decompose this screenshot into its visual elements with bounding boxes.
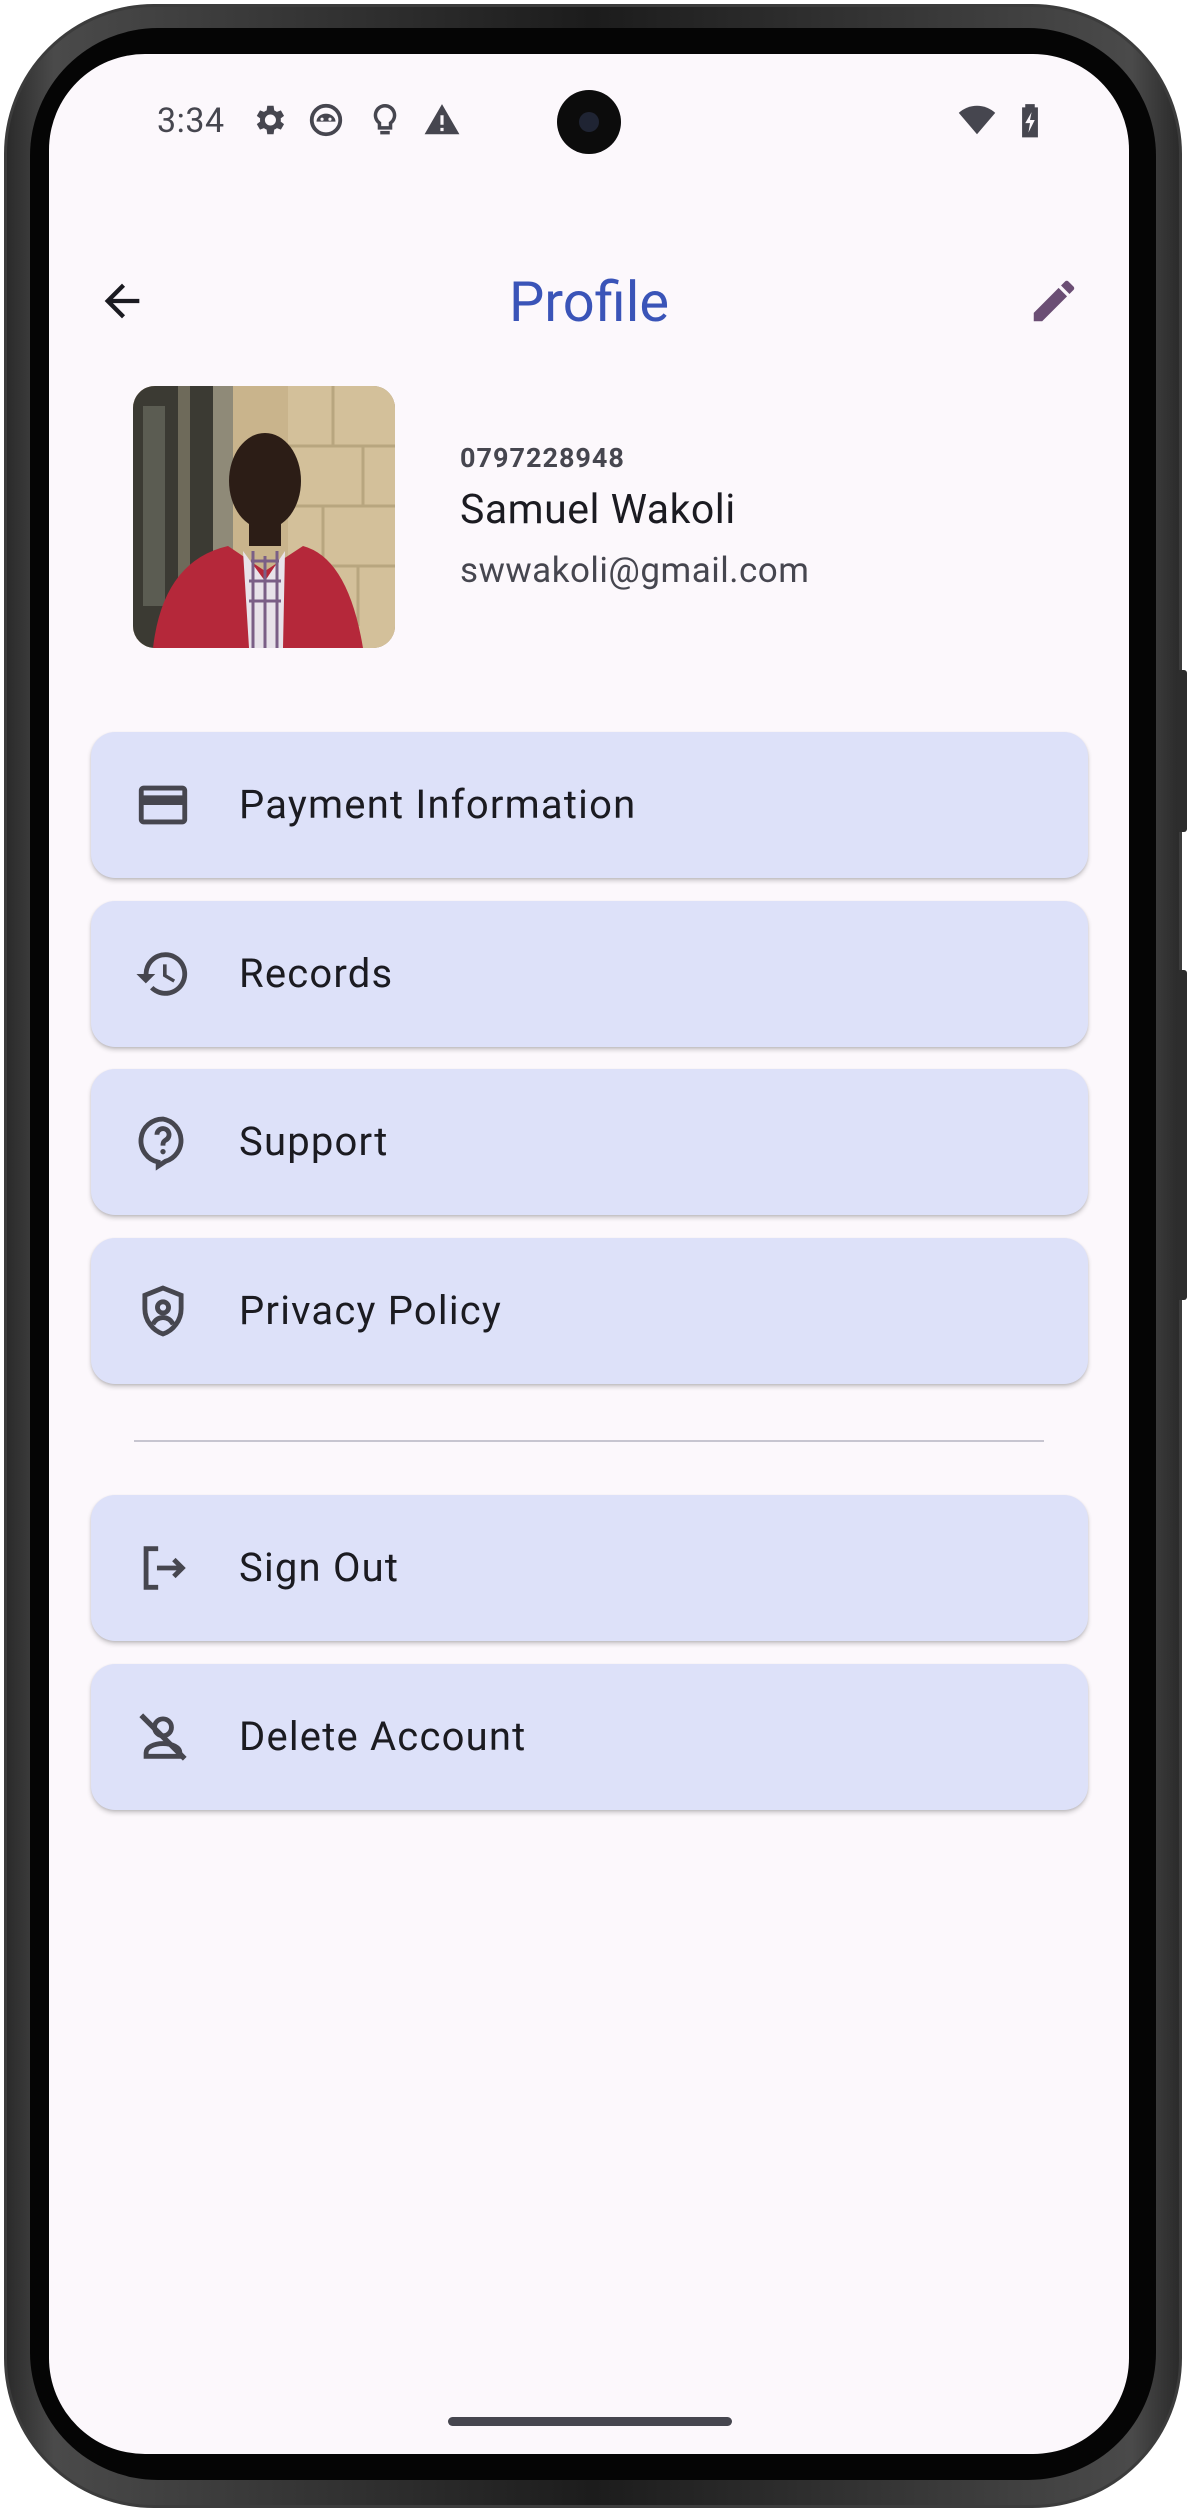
profile-header: 0797228948 Samuel Wakoli swwakoli@gmail.…: [49, 386, 1129, 656]
pencil-icon: [1033, 280, 1075, 322]
payment-information-label: Payment Information: [239, 781, 637, 828]
volume-button: [1177, 970, 1187, 1300]
settings-icon: [250, 101, 288, 139]
back-button[interactable]: [89, 268, 155, 334]
menu-divider: [134, 1440, 1044, 1442]
status-time: 3:34: [157, 101, 225, 141]
battery-charging-icon: [1011, 101, 1049, 139]
support-label: Support: [239, 1118, 389, 1165]
privacy-policy-label: Privacy Policy: [239, 1287, 503, 1334]
records-label: Records: [239, 950, 394, 997]
logout-icon: [133, 1538, 193, 1598]
support-button[interactable]: Support: [91, 1069, 1088, 1215]
power-button: [1177, 670, 1187, 832]
device-frame: 3:34 Profile 0797228948 Samuel Wakoli sw…: [0, 0, 1187, 2513]
app-bar: Profile: [49, 234, 1129, 370]
profile-phone: 0797228948: [460, 442, 625, 474]
lightbulb-icon: [366, 101, 404, 139]
screen: 3:34 Profile 0797228948 Samuel Wakoli sw…: [49, 54, 1129, 2454]
payment-information-button[interactable]: Payment Information: [91, 732, 1088, 878]
profile-name: Samuel Wakoli: [460, 486, 736, 534]
delete-account-button[interactable]: Delete Account: [91, 1664, 1088, 1810]
front-camera: [557, 90, 621, 154]
help-bubble-icon: [133, 1112, 193, 1172]
edit-profile-button[interactable]: [1021, 268, 1087, 334]
status-bar: 3:34: [49, 54, 1129, 188]
android-head-icon: [307, 101, 345, 139]
arrow-back-icon: [104, 283, 140, 319]
avatar: [133, 386, 395, 648]
wifi-icon: [957, 101, 996, 139]
home-indicator[interactable]: [448, 2417, 732, 2426]
delete-account-label: Delete Account: [239, 1713, 527, 1760]
page-title: Profile: [508, 269, 670, 335]
credit-card-icon: [133, 775, 193, 835]
sign-out-label: Sign Out: [239, 1544, 400, 1591]
person-off-icon: [133, 1707, 193, 1767]
records-button[interactable]: Records: [91, 901, 1088, 1047]
profile-email: swwakoli@gmail.com: [460, 550, 810, 591]
history-icon: [133, 944, 193, 1004]
shield-icon: [133, 1281, 193, 1341]
warning-icon: [423, 101, 461, 139]
privacy-policy-button[interactable]: Privacy Policy: [91, 1238, 1088, 1384]
sign-out-button[interactable]: Sign Out: [91, 1495, 1088, 1641]
